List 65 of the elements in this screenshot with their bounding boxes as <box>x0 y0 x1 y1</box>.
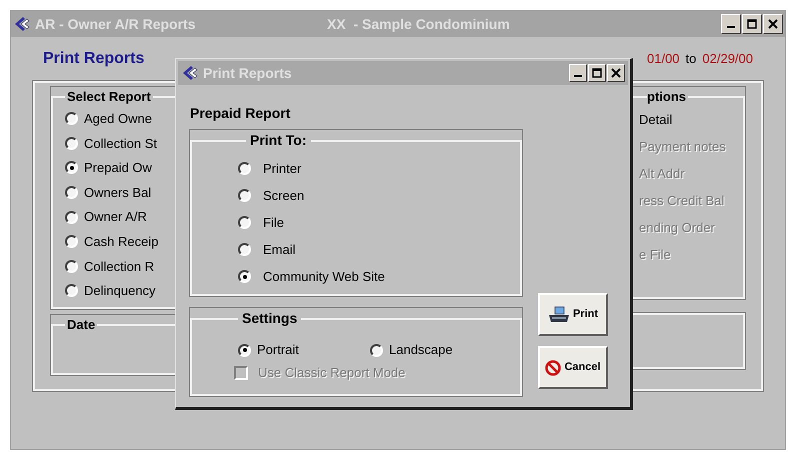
minimize-button[interactable] <box>721 14 741 34</box>
maximize-button[interactable] <box>742 14 762 34</box>
report-radio[interactable] <box>65 136 78 150</box>
no-entry-icon <box>545 360 562 376</box>
print-button[interactable]: Print <box>538 293 608 336</box>
group-label: Select Report <box>66 88 152 106</box>
report-option[interactable]: Collection St <box>84 134 157 154</box>
option-label: Payment notes <box>639 138 727 156</box>
minimize-button[interactable] <box>569 64 587 82</box>
maximize-icon <box>592 68 602 78</box>
report-option[interactable]: Aged Owne <box>84 109 152 129</box>
minimize-icon <box>727 26 735 28</box>
orientation-option[interactable]: Portrait <box>257 340 299 360</box>
report-radio[interactable] <box>65 284 78 298</box>
date-separator: to <box>686 50 696 68</box>
report-option[interactable]: Cash Receip <box>84 232 158 252</box>
close-button[interactable] <box>763 14 783 34</box>
destination-option[interactable]: Community Web Site <box>263 266 385 286</box>
destination-option[interactable]: Printer <box>263 158 302 178</box>
close-icon <box>611 68 621 78</box>
report-option[interactable]: Owner A/R <box>84 207 147 227</box>
window-title: AR - Owner A/R Reports <box>35 14 196 34</box>
report-radio[interactable] <box>65 235 78 248</box>
destination-radio[interactable] <box>238 243 251 256</box>
destination-radio[interactable] <box>238 189 251 202</box>
destination-radio[interactable] <box>238 216 251 229</box>
maximize-button[interactable] <box>588 64 606 82</box>
group-label: Date <box>66 316 96 334</box>
close-button[interactable] <box>607 64 625 82</box>
orientation-option[interactable]: Landscape <box>389 340 453 360</box>
printer-icon <box>548 306 570 324</box>
group-label: Print To: <box>249 131 308 150</box>
report-radio[interactable] <box>65 161 78 174</box>
orientation-radio[interactable] <box>370 344 383 356</box>
report-radio[interactable] <box>65 210 78 224</box>
destination-option[interactable]: Screen <box>263 186 304 206</box>
minimize-icon <box>574 75 582 77</box>
report-option[interactable]: Owners Bal <box>84 182 152 202</box>
date-to: 02/29/00 <box>702 50 753 68</box>
dialog-title: Print Reports <box>203 64 292 83</box>
destination-radio[interactable] <box>238 270 251 283</box>
destination-option[interactable]: File <box>263 212 284 232</box>
orientation-radio[interactable] <box>238 344 251 356</box>
close-icon <box>768 19 778 29</box>
option-label: Alt Addr <box>639 165 686 184</box>
cancel-button[interactable]: Cancel <box>538 346 608 389</box>
date-from: 01/00 <box>647 50 680 68</box>
maximize-icon <box>747 19 757 29</box>
option-label: ress Credit Bal <box>639 192 726 210</box>
report-radio[interactable] <box>65 186 78 200</box>
report-radio[interactable] <box>65 112 78 126</box>
report-option[interactable]: Collection R <box>84 256 154 276</box>
page-title: Print Reports <box>43 49 144 69</box>
report-option[interactable]: Delinquency <box>84 281 156 301</box>
report-radio[interactable] <box>65 260 78 273</box>
option-label: Detail <box>639 111 674 130</box>
report-heading: Prepaid Report <box>190 104 292 123</box>
group-label: Settings <box>241 309 298 328</box>
option-label: e File <box>639 246 672 264</box>
destination-option[interactable]: Email <box>263 240 296 260</box>
destination-radio[interactable] <box>238 162 251 175</box>
option-label: ending Order <box>639 219 716 238</box>
group-label: ptions <box>647 88 687 106</box>
company-name: XX - Sample Condominium <box>327 14 510 34</box>
report-option[interactable]: Prepaid Ow <box>84 158 152 178</box>
